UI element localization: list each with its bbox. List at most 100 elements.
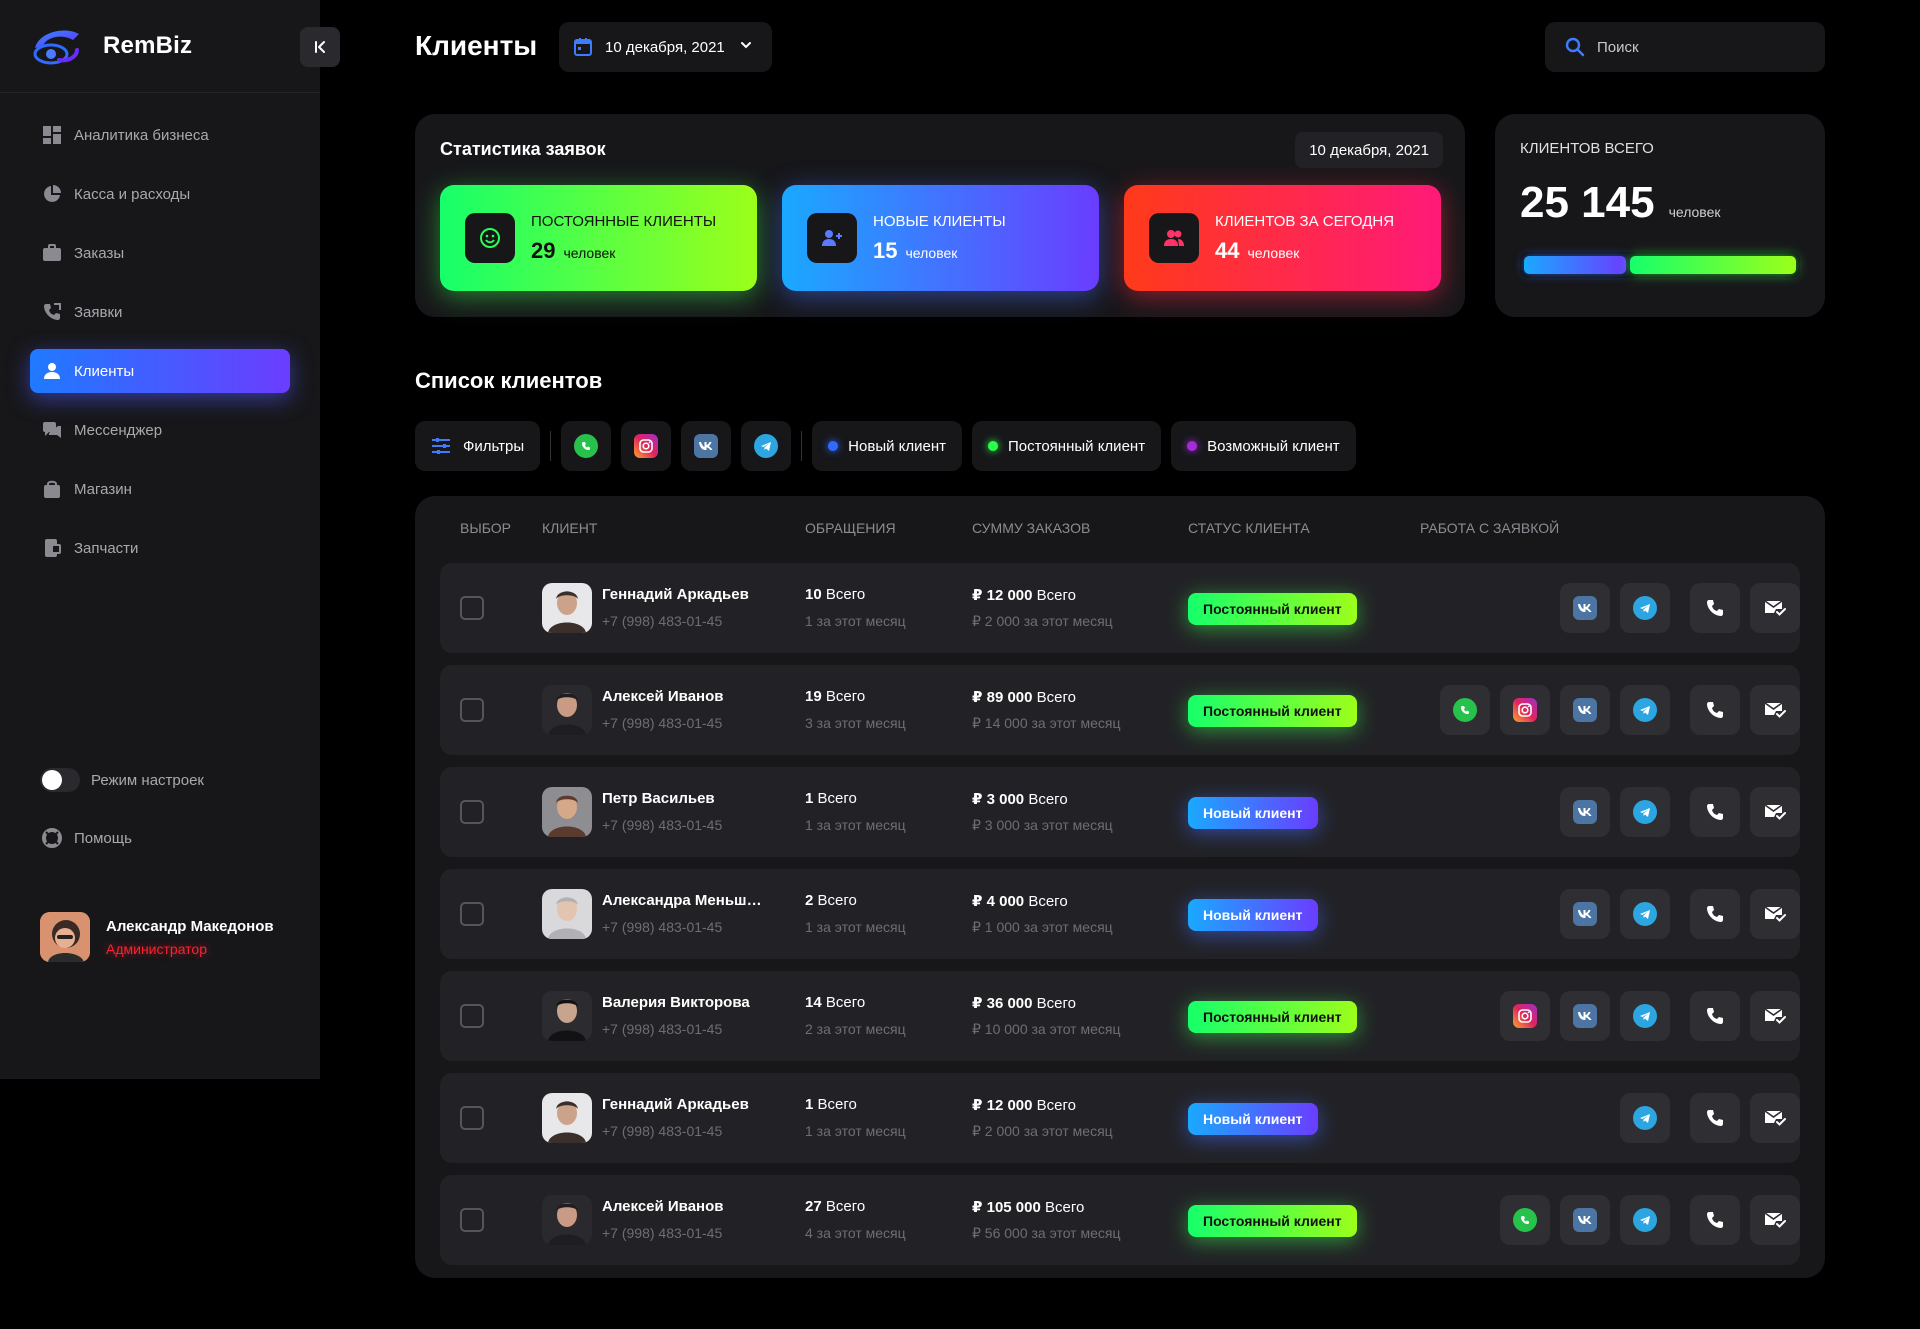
telegram-button[interactable] bbox=[1620, 991, 1670, 1041]
stat-card-regular[interactable]: ПОСТОЯННЫЕ КЛИЕНТЫ 29 человек bbox=[440, 185, 757, 291]
client-name[interactable]: Александра Меньшикова bbox=[602, 892, 762, 909]
email-button[interactable] bbox=[1750, 991, 1800, 1041]
row-checkbox[interactable] bbox=[460, 698, 484, 722]
sum-month: ₽ 2 000 за этот месяц bbox=[972, 1123, 1113, 1139]
call-button[interactable] bbox=[1690, 787, 1740, 837]
sidebar-item-shop[interactable]: Магазин bbox=[30, 467, 290, 511]
email-button[interactable] bbox=[1750, 889, 1800, 939]
ratio-bar-regular bbox=[1630, 256, 1796, 274]
settings-mode-toggle[interactable] bbox=[40, 768, 80, 792]
vk-button[interactable] bbox=[1560, 685, 1610, 735]
call-button[interactable] bbox=[1690, 1195, 1740, 1245]
settings-mode-row[interactable]: Режим настроек bbox=[40, 768, 204, 792]
table-row[interactable]: Валерия Викторова +7 (998) 483-01-45 14 Вс… bbox=[440, 971, 1800, 1061]
row-checkbox[interactable] bbox=[460, 1004, 484, 1028]
mail-check-icon bbox=[1764, 1210, 1786, 1230]
sliders-icon bbox=[431, 437, 451, 455]
vk-icon bbox=[1573, 800, 1597, 824]
filter-instagram[interactable] bbox=[621, 421, 672, 471]
sidebar-item-requests[interactable]: Заявки bbox=[30, 290, 290, 334]
parts-icon bbox=[42, 538, 62, 558]
stat-card-new[interactable]: НОВЫЕ КЛИЕНТЫ 15 человек bbox=[782, 185, 1099, 291]
sum-month: ₽ 10 000 за этот месяц bbox=[972, 1021, 1121, 1037]
sidebar-item-orders[interactable]: Заказы bbox=[30, 231, 290, 275]
client-name[interactable]: Алексей Иванов bbox=[602, 1198, 723, 1215]
sidebar-item-messenger[interactable]: Мессенджер bbox=[30, 408, 290, 452]
filter-whatsapp[interactable] bbox=[561, 421, 612, 471]
filter-vk[interactable] bbox=[681, 421, 732, 471]
client-phone: +7 (998) 483-01-45 bbox=[602, 1021, 723, 1037]
sum-month: ₽ 56 000 за этот месяц bbox=[972, 1225, 1121, 1241]
telegram-button[interactable] bbox=[1620, 583, 1670, 633]
sidebar-item-analytics[interactable]: Аналитика бизнеса bbox=[30, 113, 290, 157]
vk-button[interactable] bbox=[1560, 991, 1610, 1041]
sidebar-item-cash[interactable]: Касса и расходы bbox=[30, 172, 290, 216]
sum-total-suffix: Всего bbox=[1036, 1097, 1076, 1114]
stats-date-button[interactable]: 10 декабря, 2021 bbox=[1295, 132, 1443, 168]
email-button[interactable] bbox=[1750, 1093, 1800, 1143]
email-button[interactable] bbox=[1750, 1195, 1800, 1245]
call-button[interactable] bbox=[1690, 1093, 1740, 1143]
vk-button[interactable] bbox=[1560, 787, 1610, 837]
whatsapp-button[interactable] bbox=[1440, 685, 1490, 735]
table-row[interactable]: Алексей Иванов +7 (998) 483-01-45 19 Всего… bbox=[440, 665, 1800, 755]
instagram-button[interactable] bbox=[1500, 685, 1550, 735]
legend-regular-client[interactable]: Постоянный клиент bbox=[972, 421, 1162, 471]
email-button[interactable] bbox=[1750, 583, 1800, 633]
email-button[interactable] bbox=[1750, 685, 1800, 735]
vk-button[interactable] bbox=[1560, 583, 1610, 633]
row-checkbox[interactable] bbox=[460, 1208, 484, 1232]
date-picker[interactable]: 10 декабря, 2021 bbox=[559, 22, 772, 72]
vk-button[interactable] bbox=[1560, 1195, 1610, 1245]
sum-total-suffix: Всего bbox=[1028, 893, 1068, 910]
client-name[interactable]: Петр Васильев bbox=[602, 790, 715, 807]
sum-total-suffix: Всего bbox=[1045, 1199, 1085, 1216]
client-name[interactable]: Алексей Иванов bbox=[602, 688, 723, 705]
row-checkbox[interactable] bbox=[460, 800, 484, 824]
filter-telegram[interactable] bbox=[741, 421, 792, 471]
table-row[interactable]: Александра Меньшикова +7 (998) 483-01-45 2… bbox=[440, 869, 1800, 959]
rembiz-logo-icon[interactable] bbox=[29, 22, 85, 70]
whatsapp-button[interactable] bbox=[1500, 1195, 1550, 1245]
client-name[interactable]: Геннадий Аркадьев bbox=[602, 1096, 749, 1113]
sum-month: ₽ 14 000 за этот месяц bbox=[972, 715, 1121, 731]
sidebar-item-label: Магазин bbox=[74, 480, 132, 498]
table-row[interactable]: Алексей Иванов +7 (998) 483-01-45 27 Всего… bbox=[440, 1175, 1800, 1265]
client-name[interactable]: Валерия Викторова bbox=[602, 994, 750, 1011]
stat-card-today[interactable]: КЛИЕНТОВ ЗА СЕГОДНЯ 44 человек bbox=[1124, 185, 1441, 291]
collapse-sidebar-button[interactable] bbox=[300, 27, 340, 67]
call-button[interactable] bbox=[1690, 889, 1740, 939]
telegram-button[interactable] bbox=[1620, 685, 1670, 735]
client-name[interactable]: Геннадий Аркадьев bbox=[602, 586, 749, 603]
filters-button[interactable]: Фильтры bbox=[415, 421, 541, 471]
telegram-button[interactable] bbox=[1620, 787, 1670, 837]
legend-new-client[interactable]: Новый клиент bbox=[812, 421, 963, 471]
client-phone: +7 (998) 483-01-45 bbox=[602, 715, 723, 731]
phone-icon bbox=[1705, 1006, 1725, 1026]
user-profile[interactable]: Александр Македонов Администратор bbox=[40, 912, 274, 962]
phone-icon bbox=[1705, 802, 1725, 822]
vk-button[interactable] bbox=[1560, 889, 1610, 939]
email-button[interactable] bbox=[1750, 787, 1800, 837]
table-row[interactable]: Петр Васильев +7 (998) 483-01-45 1 Всего 1 … bbox=[440, 767, 1800, 857]
search-input[interactable]: Поиск bbox=[1545, 22, 1825, 72]
legend-possible-client[interactable]: Возможный клиент bbox=[1171, 421, 1356, 471]
telegram-button[interactable] bbox=[1620, 1195, 1670, 1245]
call-button[interactable] bbox=[1690, 991, 1740, 1041]
sidebar-item-parts[interactable]: Запчасти bbox=[30, 526, 290, 570]
row-checkbox[interactable] bbox=[460, 596, 484, 620]
telegram-button[interactable] bbox=[1620, 1093, 1670, 1143]
row-checkbox[interactable] bbox=[460, 902, 484, 926]
clients-list-title: Список клиентов bbox=[415, 368, 603, 393]
call-button[interactable] bbox=[1690, 583, 1740, 633]
sidebar-item-clients[interactable]: Клиенты bbox=[30, 349, 290, 393]
help-link[interactable]: Помощь bbox=[42, 828, 132, 848]
row-checkbox[interactable] bbox=[460, 1106, 484, 1130]
table-row[interactable]: Геннадий Аркадьев +7 (998) 483-01-45 10 Вс… bbox=[440, 563, 1800, 653]
table-row[interactable]: Геннадий Аркадьев +7 (998) 483-01-45 1 Все… bbox=[440, 1073, 1800, 1163]
requests-total-value: 27 bbox=[805, 1198, 822, 1215]
telegram-button[interactable] bbox=[1620, 889, 1670, 939]
instagram-button[interactable] bbox=[1500, 991, 1550, 1041]
call-button[interactable] bbox=[1690, 685, 1740, 735]
requests-total-value: 14 bbox=[805, 994, 822, 1011]
